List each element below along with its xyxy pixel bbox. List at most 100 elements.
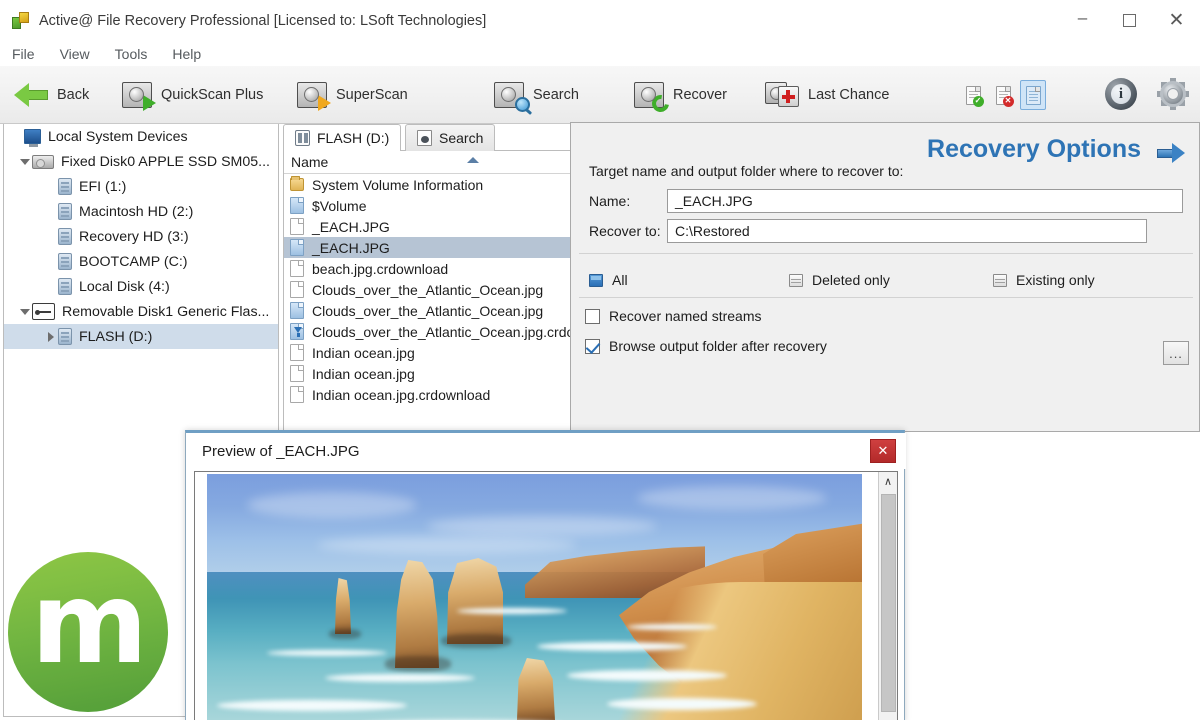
recover-to-field-row: Recover to: C:\Restored — [589, 219, 1183, 243]
expander-spacer — [44, 249, 58, 274]
menu-item-file[interactable]: File — [12, 46, 35, 62]
tree-item-local-disk-4[interactable]: Local Disk (4:) — [4, 274, 278, 299]
expander-collapse-icon[interactable] — [18, 299, 32, 324]
scope-option-deleted-only[interactable]: Deleted only — [789, 269, 890, 291]
file-list-row[interactable]: Indian ocean.jpg.crdownload — [284, 384, 572, 405]
tab-flash-d[interactable]: FLASH (D:) — [283, 124, 402, 151]
deleted-file-icon — [290, 260, 304, 277]
menu-item-help[interactable]: Help — [172, 46, 201, 62]
cross-badge-icon: ✕ — [1002, 95, 1014, 107]
menu-bar: File View Tools Help — [0, 41, 1200, 66]
scope-label-all: All — [612, 272, 628, 288]
checkbox-checked-icon — [585, 338, 600, 354]
expander-expand-icon[interactable] — [44, 324, 58, 349]
show-existing-files-icon[interactable]: ✓ — [960, 80, 986, 110]
volume-icon — [58, 253, 72, 270]
toolbar-button-last-chance[interactable]: Last Chance — [765, 66, 889, 124]
file-list-row[interactable]: Clouds_over_the_Atlantic_Ocean.jpg — [284, 279, 572, 300]
file-list-row[interactable]: Indian ocean.jpg — [284, 363, 572, 384]
tree-item-bootcamp-c[interactable]: BOOTCAMP (C:) — [4, 249, 278, 274]
expander-collapse-icon[interactable] — [18, 149, 32, 174]
harddisk-amber-arrow-icon — [297, 82, 331, 111]
scope-option-existing-only[interactable]: Existing only — [993, 269, 1095, 291]
show-all-files-icon[interactable] — [1020, 80, 1046, 110]
file-name-label: Clouds_over_the_Atlantic_Ocean.jpg — [312, 281, 544, 298]
checkbox-browse-output-folder[interactable]: Browse output folder after recovery — [585, 335, 827, 357]
settings-gear-icon[interactable] — [1157, 78, 1189, 110]
menu-item-tools[interactable]: Tools — [115, 46, 148, 62]
file-name-label: $Volume — [312, 197, 367, 214]
tab-search[interactable]: Search — [405, 124, 496, 151]
show-deleted-files-icon[interactable]: ✕ — [990, 80, 1016, 110]
tree-item-efi-1[interactable]: EFI (1:) — [4, 174, 278, 199]
harddisk-recycle-icon — [634, 82, 673, 116]
file-list-panel[interactable]: Name System Volume Information $Volume _EA… — [283, 150, 573, 432]
next-arrow-icon[interactable] — [1157, 143, 1185, 163]
checkbox-unchecked-icon — [585, 308, 600, 324]
file-list-row[interactable]: _EACH.JPG — [284, 237, 572, 258]
toolbar-label-back: Back — [57, 87, 90, 103]
preview-close-button[interactable]: ✕ — [870, 439, 896, 463]
tree-item-label: FLASH (D:) — [79, 328, 153, 345]
menu-item-view[interactable]: View — [60, 46, 90, 62]
file-list-row[interactable]: Clouds_over_the_Atlantic_Ocean.jpg — [284, 300, 572, 321]
recovery-options-title: Recovery Options — [927, 135, 1141, 163]
file-list-row[interactable]: Indian ocean.jpg — [284, 342, 572, 363]
tab-label-flash: FLASH (D:) — [317, 130, 390, 146]
toolbar-button-back[interactable]: Back — [14, 66, 89, 124]
toolbar-label-last-chance: Last Chance — [808, 87, 890, 103]
browse-folder-button[interactable]: ... — [1163, 341, 1189, 365]
window-controls: – ✕ — [1059, 0, 1200, 41]
maximize-button[interactable] — [1106, 0, 1153, 41]
scrollbar-thumb[interactable] — [881, 494, 896, 712]
deleted-file-icon — [290, 218, 304, 235]
checkbox-recover-named-streams[interactable]: Recover named streams — [585, 305, 762, 327]
watermark-logo: m — [8, 552, 168, 712]
preview-title: Preview of _EACH.JPG — [202, 442, 360, 460]
check-badge-icon: ✓ — [972, 95, 984, 107]
name-label: Name: — [589, 193, 631, 209]
tree-item-flash-d[interactable]: FLASH (D:) — [4, 324, 278, 349]
file-list-row[interactable]: _EACH.JPG — [284, 216, 572, 237]
tree-item-macintosh-hd-2[interactable]: Macintosh HD (2:) — [4, 199, 278, 224]
file-list-row[interactable]: $Volume — [284, 195, 572, 216]
folder-icon — [290, 176, 304, 191]
toolbar-button-quickscan-plus[interactable]: QuickScan Plus — [122, 66, 263, 124]
minimize-button[interactable]: – — [1059, 0, 1106, 41]
close-button[interactable]: ✕ — [1153, 0, 1200, 41]
expander-spacer — [44, 274, 58, 299]
tree-item-label: Recovery HD (3:) — [79, 228, 189, 245]
preview-scrollbar[interactable]: ∧ — [878, 472, 897, 720]
computer-icon — [24, 129, 41, 147]
scope-option-all[interactable]: All — [589, 269, 628, 291]
recover-to-input[interactable]: C:\Restored — [667, 219, 1147, 243]
scroll-up-icon[interactable]: ∧ — [879, 472, 897, 490]
tree-item-label: Local System Devices — [48, 128, 188, 145]
toolbar-button-search[interactable]: Search — [494, 66, 579, 124]
file-list-row[interactable]: beach.jpg.crdownload — [284, 258, 572, 279]
toolbar-button-superscan[interactable]: SuperScan — [297, 66, 408, 124]
about-info-icon[interactable]: i — [1105, 78, 1137, 110]
file-name-label: _EACH.JPG — [312, 218, 390, 235]
tree-item-recovery-hd-3[interactable]: Recovery HD (3:) — [4, 224, 278, 249]
tree-item-local-system-devices[interactable]: Local System Devices — [4, 124, 278, 149]
expander-spacer — [10, 124, 24, 149]
toolbar-button-recover[interactable]: Recover — [634, 66, 727, 124]
document-glyph — [1025, 85, 1041, 105]
tree-item-removable-disk1-generic-flas[interactable]: Removable Disk1 Generic Flas... — [4, 299, 278, 324]
expander-spacer — [44, 224, 58, 249]
back-arrow-icon — [14, 83, 48, 107]
file-name-label: beach.jpg.crdownload — [312, 260, 449, 277]
file-list-header[interactable]: Name — [284, 151, 572, 174]
tree-item-fixed-disk0-apple-ssd-sm05[interactable]: Fixed Disk0 APPLE SSD SM05... — [4, 149, 278, 174]
existing-file-icon — [290, 239, 304, 256]
file-list-row[interactable]: Clouds_over_the_Atlantic_Ocean.jpg.crdo — [284, 321, 572, 342]
file-list-row[interactable]: System Volume Information — [284, 174, 572, 195]
volume-icon — [58, 178, 72, 195]
sort-ascending-icon — [467, 157, 479, 163]
recover-to-label: Recover to: — [589, 223, 661, 239]
existing-file-icon — [290, 302, 304, 319]
toggle-off-icon — [993, 273, 1007, 287]
name-input[interactable]: _EACH.JPG — [667, 189, 1183, 213]
file-name-label: Clouds_over_the_Atlantic_Ocean.jpg.crdo — [312, 323, 573, 340]
